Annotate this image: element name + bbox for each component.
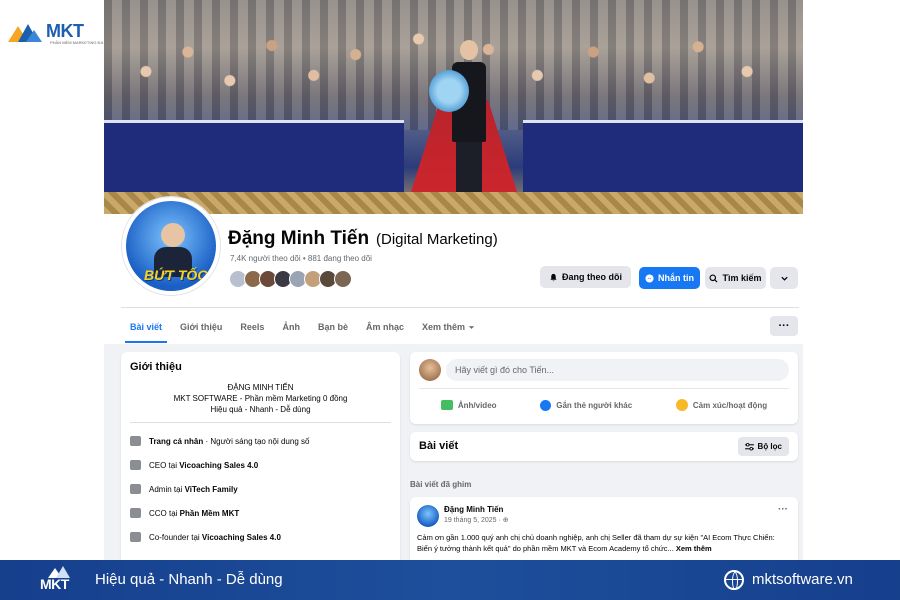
- post-author-avatar[interactable]: [417, 505, 439, 527]
- banner-logo: MKT: [40, 564, 80, 596]
- tag-person-icon: [540, 399, 552, 411]
- more-options-button[interactable]: [770, 267, 798, 289]
- intro-card: Giới thiệu ĐẶNG MINH TIẾN MKT SOFTWARE -…: [121, 352, 400, 572]
- intro-item-page[interactable]: Trang cá nhân · Người sáng tạo nội dung …: [130, 436, 309, 446]
- banner-slogan: Hiệu quả - Nhanh - Dễ dùng: [95, 571, 283, 588]
- composer-divider: [419, 388, 789, 389]
- avatar-caption: BỨT TỐC: [144, 267, 208, 283]
- search-button-label: Tìm kiếm: [722, 273, 762, 283]
- profile-subtitle: (Digital Marketing): [376, 231, 498, 248]
- pinned-label: Bài viết đã ghim: [410, 480, 472, 489]
- profile-name: Đặng Minh Tiến: [228, 228, 370, 249]
- intro-divider: [130, 422, 391, 423]
- banner-website[interactable]: mktsoftware.vn: [752, 571, 853, 588]
- see-more-link[interactable]: Xem thêm: [676, 544, 712, 553]
- filter-button[interactable]: Bộ lọc: [737, 437, 789, 456]
- tab-about[interactable]: Giới thiệu: [171, 312, 231, 342]
- search-icon: [709, 273, 718, 283]
- bio-line: Hiệu quả - Nhanh - Dễ dùng: [210, 405, 311, 414]
- intro-item-job[interactable]: CCO tại Phần Mềm MKT: [130, 508, 239, 518]
- tabs-more-button[interactable]: ···: [770, 316, 798, 336]
- briefcase-icon: [130, 460, 141, 470]
- bell-icon: [550, 273, 557, 281]
- bottom-banner: MKT Hiệu quả - Nhanh - Dễ dùng mktsoftwa…: [0, 560, 900, 600]
- follower-count[interactable]: 7,4K người theo dõi • 881 đang theo dõi: [230, 254, 372, 263]
- cover-photo[interactable]: [104, 0, 803, 214]
- chevron-down-icon: [780, 276, 788, 281]
- composer-input[interactable]: Hãy viết gì đó cho Tiến...: [446, 359, 789, 381]
- header-divider: [121, 307, 799, 308]
- message-button[interactable]: Nhắn tin: [639, 267, 700, 289]
- tab-see-more[interactable]: Xem thêm: [413, 312, 484, 342]
- screenshot-page: MKT PHẦN MỀM MARKETING ĐA KÊNH BỨT TỐC Đ…: [0, 0, 900, 600]
- smiley-icon: [675, 399, 688, 411]
- profile-avatar[interactable]: BỨT TỐC: [122, 197, 220, 295]
- photo-icon: [440, 400, 453, 410]
- following-button[interactable]: Đang theo dõi: [540, 266, 631, 288]
- cover-table-right: [523, 120, 803, 195]
- messenger-icon: [645, 273, 654, 283]
- page-icon: [130, 436, 141, 446]
- mkt-mountain-icon: [8, 24, 42, 42]
- search-button[interactable]: Tìm kiếm: [705, 267, 766, 289]
- intro-item-job[interactable]: CEO tại Vicoaching Sales 4.0: [130, 460, 258, 470]
- briefcase-icon: [130, 532, 141, 542]
- post-author-name[interactable]: Đặng Minh Tiến: [444, 505, 503, 514]
- globe-icon: [724, 570, 744, 590]
- briefcase-icon: [130, 508, 141, 518]
- following-button-label: Đang theo dõi: [562, 272, 622, 282]
- photo-video-button[interactable]: Ảnh/video: [440, 400, 497, 410]
- briefcase-icon: [130, 484, 141, 494]
- tab-friends[interactable]: Bạn bè: [309, 312, 357, 342]
- tag-people-button[interactable]: Gắn thẻ người khác: [540, 399, 632, 411]
- bio-line: ĐẶNG MINH TIẾN: [227, 383, 294, 392]
- tab-posts[interactable]: Bài viết: [121, 312, 171, 343]
- profile-tabs: Bài viết Giới thiệu Reels Ảnh Bạn bè Âm …: [121, 312, 484, 343]
- friend-avatars[interactable]: [229, 270, 352, 288]
- tab-photos[interactable]: Ảnh: [273, 312, 309, 342]
- filter-icon: [744, 442, 754, 451]
- mkt-logo-text: MKT: [46, 20, 84, 41]
- intro-item-job[interactable]: Co-founder tại Vicoaching Sales 4.0: [130, 532, 281, 542]
- posts-title: Bài viết: [419, 440, 459, 452]
- feeling-activity-button[interactable]: Cảm xúc/hoạt động: [675, 399, 767, 411]
- post-composer: Hãy viết gì đó cho Tiến... Ảnh/video Gắn…: [410, 352, 798, 424]
- cover-speaker: [449, 40, 489, 210]
- tab-reels[interactable]: Reels: [231, 312, 273, 342]
- intro-bio: ĐẶNG MINH TIẾN MKT SOFTWARE - Phần mềm M…: [121, 382, 400, 415]
- composer-actions: Ảnh/video Gắn thẻ người khác Cảm xúc/hoạ…: [419, 392, 789, 418]
- cover-floor: [104, 192, 803, 214]
- post-more-button[interactable]: ···: [778, 504, 788, 515]
- post-text: Cảm ơn gần 1.000 quý anh chị chủ doanh n…: [417, 533, 775, 553]
- friend-avatar[interactable]: [334, 270, 352, 288]
- post-timestamp[interactable]: 19 tháng 5, 2025 · ⊕: [444, 516, 509, 524]
- cover-flowers: [429, 70, 469, 112]
- ellipsis-icon: ···: [778, 320, 790, 332]
- posts-header: Bài viết Bộ lọc: [410, 432, 798, 461]
- viewer-avatar[interactable]: [419, 359, 441, 381]
- tab-music[interactable]: Âm nhạc: [357, 312, 413, 342]
- caret-down-icon: [468, 325, 475, 329]
- mkt-logo: MKT PHẦN MỀM MARKETING ĐA KÊNH: [8, 20, 115, 45]
- message-button-label: Nhắn tin: [658, 273, 694, 283]
- bio-line: MKT SOFTWARE - Phần mềm Marketing 0 đồng: [173, 394, 348, 403]
- intro-title: Giới thiệu: [130, 361, 182, 373]
- cover-table-left: [104, 120, 404, 195]
- intro-item-job[interactable]: Admin tại ViTech Family: [130, 484, 238, 494]
